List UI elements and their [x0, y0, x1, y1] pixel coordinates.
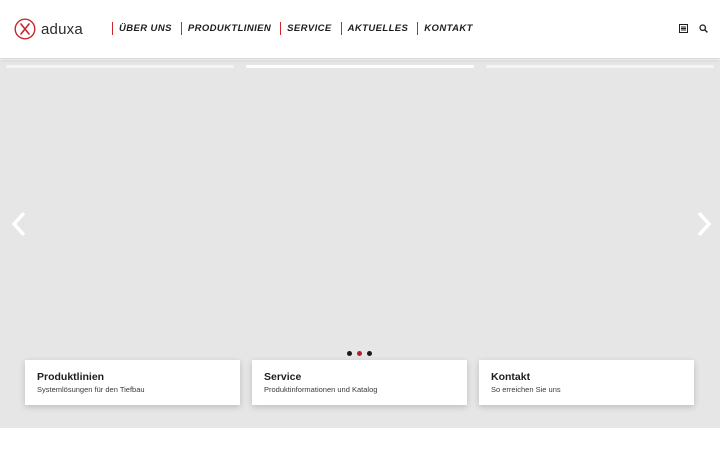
logo-mark-icon	[14, 18, 36, 40]
grid-icon[interactable]	[679, 24, 688, 33]
card-subtitle: So erreichen Sie uns	[491, 385, 561, 394]
nav-item-kontakt[interactable]: KONTAKT	[417, 22, 482, 35]
nav-item-produktlinien[interactable]: PRODUKTLINIEN	[180, 22, 280, 35]
card-service[interactable]: Service Produktinformationen und Katalog	[252, 360, 467, 405]
card-subtitle: Systemlösungen für den Tiefbau	[37, 385, 145, 394]
slider-next-arrow-icon[interactable]	[694, 210, 714, 238]
nav-item-service[interactable]: SERVICE	[280, 22, 341, 35]
nav-item-ueber-uns[interactable]: ÜBER UNS	[112, 22, 181, 35]
slide-progress-2	[246, 65, 474, 68]
card-produktlinien[interactable]: Produktlinien Systemlösungen für den Tie…	[25, 360, 240, 405]
slide-progress-1	[6, 65, 234, 68]
nav-item-aktuelles[interactable]: AKTUELLES	[340, 22, 418, 35]
header-tools	[679, 24, 708, 33]
logo-text: aduxa	[41, 20, 83, 38]
slide-progress-3	[486, 65, 714, 68]
site-header: aduxa ÜBER UNS PRODUKTLINIEN SERVICE AKT…	[0, 0, 720, 59]
card-title: Service	[264, 371, 302, 383]
slider-dot-2[interactable]	[357, 351, 362, 356]
card-title: Produktlinien	[37, 371, 105, 383]
slider-dot-3[interactable]	[367, 351, 372, 356]
aduxa-logo[interactable]: aduxa	[14, 18, 83, 40]
search-icon[interactable]	[699, 24, 708, 33]
main-nav: ÜBER UNS PRODUKTLINIEN SERVICE AKTUELLES…	[112, 22, 482, 35]
card-title: Kontakt	[491, 371, 531, 383]
hero-slider: Produktlinien Systemlösungen für den Tie…	[0, 60, 720, 428]
slider-dots	[347, 351, 372, 356]
slider-dot-1[interactable]	[347, 351, 352, 356]
card-kontakt[interactable]: Kontakt So erreichen Sie uns	[479, 360, 694, 405]
card-subtitle: Produktinformationen und Katalog	[264, 385, 378, 394]
slider-prev-arrow-icon[interactable]	[9, 210, 29, 238]
